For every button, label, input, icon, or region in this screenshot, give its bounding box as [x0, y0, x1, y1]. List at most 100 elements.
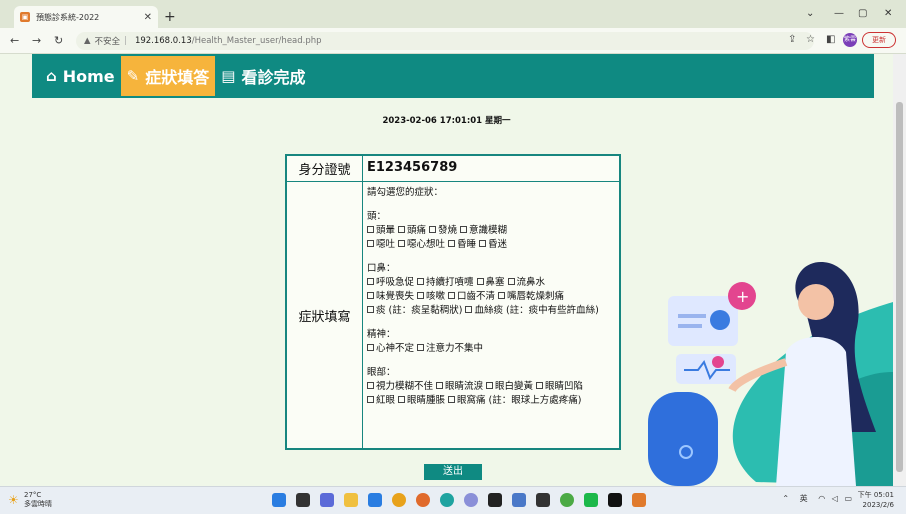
checkbox[interactable] — [436, 382, 444, 389]
file-explorer-icon[interactable] — [344, 493, 358, 507]
reload-icon[interactable]: ↻ — [54, 34, 63, 47]
symptom-option[interactable]: 味覺喪失 — [367, 291, 414, 302]
symptom-option[interactable]: 頭痛 — [398, 225, 426, 236]
symptom-option[interactable]: 意識模糊 — [460, 225, 507, 236]
symptom-option[interactable]: 昏迷 — [479, 239, 507, 250]
firefox-icon[interactable] — [416, 493, 430, 507]
bookmark-star-icon[interactable]: ☆ — [806, 34, 815, 45]
checkbox[interactable] — [479, 240, 487, 247]
symptom-option[interactable]: 痰 (註：痰呈黏稠狀) — [367, 305, 462, 316]
url-field[interactable]: ▲ 不安全 | 192.168.0.13 /Health_Master_user… — [76, 32, 814, 50]
symptom-option[interactable]: 呼吸急促 — [367, 277, 414, 288]
checkbox[interactable] — [417, 278, 425, 285]
checkbox[interactable] — [476, 278, 484, 285]
symptom-option[interactable]: 咳嗽 — [417, 291, 445, 302]
checkbox[interactable] — [367, 382, 374, 389]
symptom-option[interactable]: 血絲痰 (註：痰中有些許血絲) — [465, 305, 599, 316]
symptom-option[interactable]: 發燒 — [429, 225, 457, 236]
chrome-active-icon[interactable] — [560, 493, 574, 507]
checkbox[interactable] — [367, 396, 374, 403]
nav-visit-done[interactable]: ▤ 看診完成 — [215, 56, 311, 96]
mail-icon[interactable] — [368, 493, 382, 507]
checkbox[interactable] — [536, 382, 544, 389]
symptom-option[interactable]: 昏睡 — [448, 239, 476, 250]
forward-icon[interactable]: → — [32, 34, 41, 47]
symptom-option[interactable]: 眼睛腫脹 — [398, 395, 445, 406]
checkbox[interactable] — [448, 396, 456, 403]
symptom-option[interactable]: 心神不定 — [367, 343, 414, 354]
taskbar-clock[interactable]: 下午 05:01 2023/2/6 — [858, 490, 894, 510]
checkbox[interactable] — [398, 240, 406, 247]
checkbox[interactable] — [367, 240, 374, 247]
notepad-icon[interactable] — [488, 493, 502, 507]
chrome-icon[interactable] — [392, 493, 406, 507]
symptom-option[interactable]: 鼻塞 — [476, 277, 505, 288]
sidebar-icon[interactable]: ◧ — [826, 34, 835, 45]
share-icon[interactable]: ⇪ — [788, 34, 796, 45]
console-icon[interactable] — [608, 493, 622, 507]
app-icon[interactable] — [464, 493, 478, 507]
update-button[interactable]: 更新 — [862, 32, 896, 48]
checkbox[interactable] — [367, 344, 374, 351]
checkbox[interactable] — [465, 306, 473, 313]
checkbox[interactable] — [507, 278, 515, 285]
symptom-option[interactable]: 噁吐 — [367, 239, 395, 250]
weather-widget[interactable]: 27°C 多雲時晴 — [24, 491, 52, 509]
tab-close-icon[interactable]: ✕ — [144, 12, 152, 23]
symptom-option[interactable]: 眼睛凹陷 — [536, 381, 583, 392]
terminal-icon[interactable] — [536, 493, 550, 507]
checkbox[interactable] — [417, 344, 425, 351]
symptom-option[interactable]: 流鼻水 — [507, 277, 545, 288]
edge-icon[interactable] — [440, 493, 454, 507]
wifi-icon[interactable]: ◠ — [818, 494, 825, 503]
checkbox[interactable] — [486, 382, 494, 389]
input-language[interactable]: 英 — [800, 494, 808, 503]
word-icon[interactable] — [512, 493, 526, 507]
tray-chevron-icon[interactable]: ⌃ — [782, 494, 789, 503]
symptom-option[interactable]: 眼窩痛 (註：眼球上方處疼痛) — [448, 395, 581, 406]
symptom-option[interactable]: 眼白變黃 — [486, 381, 533, 392]
nav-symptom-form[interactable]: ✎ 症狀填答 — [120, 56, 216, 96]
new-tab-icon[interactable]: + — [164, 10, 176, 24]
symptom-option[interactable]: 噁心想吐 — [398, 239, 445, 250]
battery-icon[interactable]: ▭ — [844, 494, 852, 503]
profile-avatar[interactable]: 紫雲 — [843, 33, 857, 47]
minimize-icon[interactable]: — — [834, 8, 844, 19]
checkbox[interactable] — [367, 278, 374, 285]
checkbox[interactable] — [429, 226, 437, 233]
task-view-icon[interactable] — [296, 493, 310, 507]
checkbox[interactable] — [448, 240, 456, 247]
symptom-option[interactable]: 紅眼 — [367, 395, 395, 406]
top-navbar: ⌂ Home ✎ 症狀填答 ▤ 看診完成 — [32, 54, 874, 98]
maximize-icon[interactable]: ▢ — [858, 8, 867, 19]
line-icon[interactable] — [584, 493, 598, 507]
tab-search-icon[interactable]: ⌄ — [806, 8, 814, 19]
checkbox[interactable] — [367, 226, 374, 233]
close-window-icon[interactable]: ✕ — [884, 8, 892, 19]
volume-icon[interactable]: ◁ — [832, 494, 838, 503]
checkbox[interactable] — [448, 292, 456, 299]
submit-button[interactable]: 送出 — [424, 464, 482, 480]
symptom-option[interactable]: 口齒不清 — [448, 291, 495, 302]
symptom-option[interactable]: 眼睛流淚 — [436, 381, 483, 392]
page-scrollbar[interactable] — [893, 54, 906, 486]
symptom-option[interactable]: 頭暈 — [367, 225, 395, 236]
scroll-thumb[interactable] — [896, 102, 903, 472]
teams-icon[interactable] — [320, 493, 334, 507]
symptom-option[interactable]: 嘴唇乾燥刺痛 — [498, 291, 564, 302]
checkbox[interactable] — [398, 226, 406, 233]
checkbox[interactable] — [498, 292, 506, 299]
xampp-icon[interactable] — [632, 493, 646, 507]
start-icon[interactable] — [272, 493, 286, 507]
browser-tab[interactable]: ▣ 預態診系統-2022 ✕ — [14, 6, 158, 28]
checkbox[interactable] — [367, 306, 374, 313]
checkbox[interactable] — [460, 226, 468, 233]
nav-home[interactable]: ⌂ Home — [40, 56, 121, 96]
symptom-option[interactable]: 持續打噴嚏 — [417, 277, 474, 288]
back-icon[interactable]: ← — [10, 34, 19, 47]
symptom-option[interactable]: 視力模糊不佳 — [367, 381, 433, 392]
symptom-option[interactable]: 注意力不集中 — [417, 343, 483, 354]
checkbox[interactable] — [398, 396, 406, 403]
checkbox[interactable] — [417, 292, 425, 299]
checkbox[interactable] — [367, 292, 374, 299]
